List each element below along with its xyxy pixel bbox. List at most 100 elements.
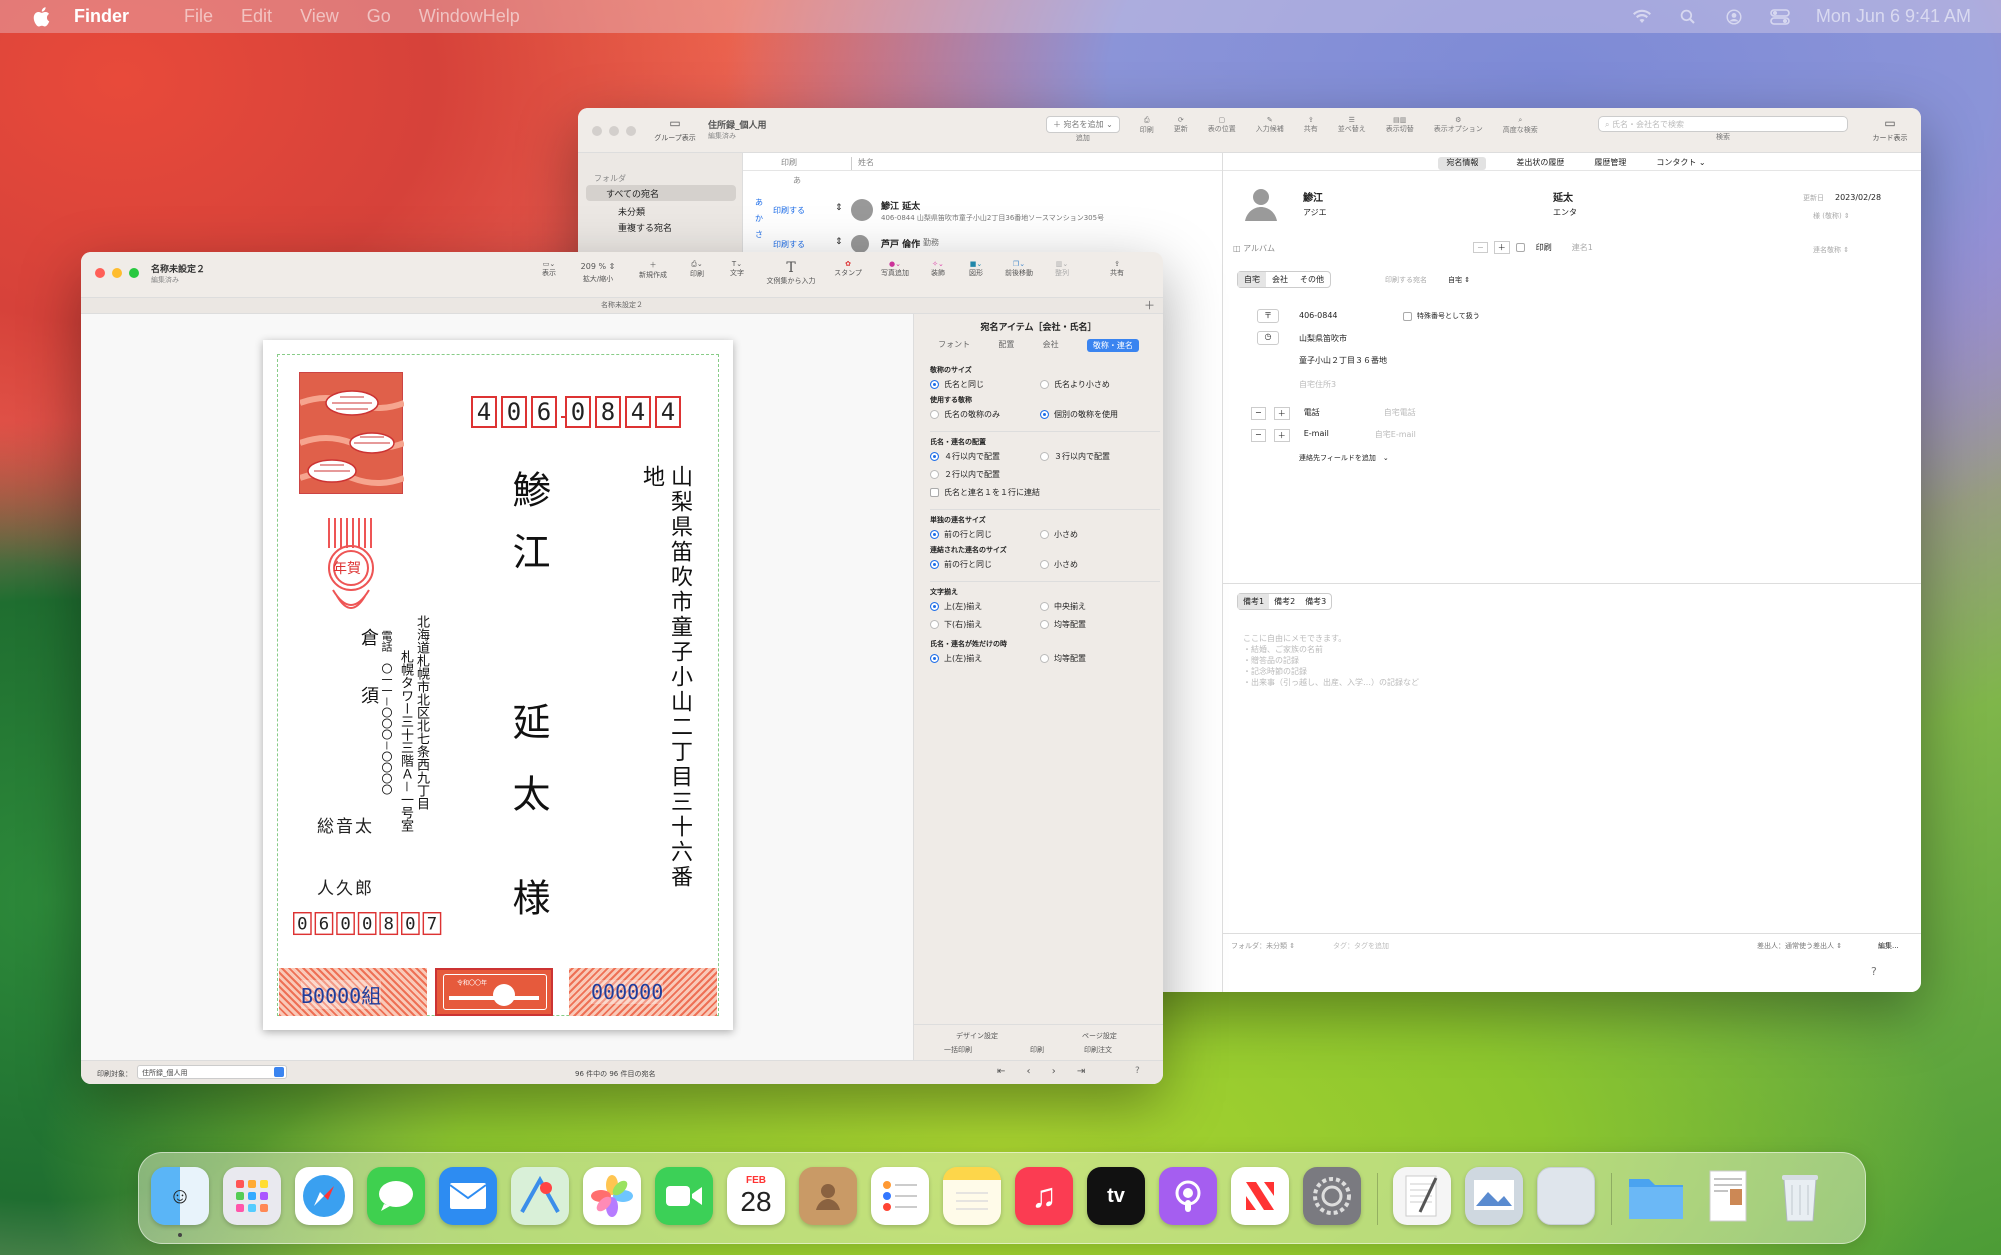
launchpad-icon[interactable] (223, 1167, 281, 1225)
phone-field[interactable]: 自宅電話 (1384, 407, 1416, 420)
display-button[interactable]: ▭⌄ 表示 (537, 260, 561, 286)
contacts-icon[interactable] (799, 1167, 857, 1225)
tab-contact[interactable]: コンタクト ⌄ (1656, 157, 1705, 170)
layout-3-lines[interactable]: ３行以内で配置 (1040, 448, 1110, 466)
tab-other[interactable]: その他 (1294, 272, 1330, 287)
messages-icon[interactable] (367, 1167, 425, 1225)
menu-file[interactable]: File (184, 6, 213, 27)
folder-icon[interactable] (1627, 1167, 1685, 1225)
city-field[interactable]: 山梨県笛吹市 (1299, 333, 1347, 344)
textedit-icon[interactable] (1393, 1167, 1451, 1225)
batch-print-button[interactable]: 一括印刷 (944, 1045, 972, 1055)
honorific-select[interactable]: 様 (敬称) ⇕ (1813, 211, 1850, 221)
recipient-first-name[interactable]: 延太 (501, 702, 556, 846)
sender-zip[interactable]: 0600807 (293, 912, 444, 936)
add-phone-button[interactable]: ＋ (1273, 407, 1290, 420)
print-panel-button[interactable]: 印刷 (1030, 1045, 1044, 1055)
sidebar-item-all[interactable]: すべての宛名 (586, 185, 736, 201)
zip-field[interactable]: 406-0844 (1299, 311, 1338, 320)
help-icon[interactable]: ? (1135, 1066, 1140, 1076)
email-field[interactable]: 自宅E-mail (1375, 429, 1416, 442)
align-button[interactable]: ▥⌄ 整列 (1049, 260, 1075, 286)
record-navigation[interactable]: ⇤ ‹ › ⇥ (997, 1066, 1085, 1077)
index-bar[interactable]: あかさ (755, 195, 763, 243)
sender-tel[interactable]: 電話 〇一一－〇〇〇－〇〇〇〇 (379, 630, 393, 795)
joined-name-same[interactable]: 前の行と同じ (930, 556, 1040, 574)
apple-tv-icon[interactable]: tv (1087, 1167, 1145, 1225)
design-settings-button[interactable]: デザイン設定 (956, 1031, 998, 1041)
tab-address-info[interactable]: 宛名情報 (1438, 157, 1487, 170)
sidebar-item-duplicates[interactable]: 重複する宛名 (618, 221, 672, 234)
tab-memo2[interactable]: 備考2 (1269, 594, 1300, 609)
first-name-kana-field[interactable]: エンタ (1553, 207, 1577, 218)
last-name-field[interactable]: 鯵江 (1303, 189, 1323, 204)
menu-edit[interactable]: Edit (241, 6, 272, 27)
text-insert-button[interactable]: T 文例集から入力 (763, 260, 819, 286)
tab-honorific[interactable]: 敬称・連名 (1086, 339, 1139, 352)
notes-icon[interactable] (943, 1167, 1001, 1225)
close-button[interactable] (95, 268, 105, 278)
view-options-button[interactable]: ⚙ 表示オプション (1434, 116, 1483, 143)
add-contact-field-button[interactable]: 連絡先フィールドを追加 ⌄ (1299, 453, 1389, 463)
add-email-button[interactable]: ＋ (1273, 429, 1290, 442)
wifi-icon[interactable] (1632, 9, 1652, 25)
tab-history-manage[interactable]: 履歴管理 (1594, 157, 1626, 170)
document-tab[interactable]: 名称未設定２ ＋ (81, 298, 1163, 314)
podcasts-icon[interactable] (1159, 1167, 1217, 1225)
remove-phone-button[interactable]: − (1251, 407, 1266, 420)
share-button[interactable]: ⇪ 共有 (1107, 260, 1127, 286)
new-button[interactable]: ＋新規作成 (635, 260, 671, 286)
footer-sender[interactable]: 差出人：通常使う差出人 ⇕ (1757, 941, 1842, 951)
tab-layout[interactable]: 配置 (998, 339, 1014, 352)
tab-memo1[interactable]: 備考1 (1238, 594, 1270, 609)
apple-icon[interactable] (30, 6, 52, 28)
first-name-field[interactable]: 延太 (1553, 189, 1573, 204)
tab-company[interactable]: 会社 (1266, 272, 1294, 287)
menu-window-help[interactable]: WindowHelp (419, 6, 520, 27)
column-name[interactable]: 姓名 (851, 157, 874, 170)
minimize-button[interactable] (112, 268, 122, 278)
print-target-select[interactable]: 住所録_個人用 (137, 1065, 287, 1079)
maps-icon[interactable] (511, 1167, 569, 1225)
card-view-button[interactable]: ▭ カード表示 (1868, 116, 1912, 143)
honorific-size-same[interactable]: 氏名と同じ (930, 376, 1040, 394)
tab-history[interactable]: 差出状の履歴 (1516, 157, 1564, 170)
column-print[interactable]: 印刷 (781, 157, 851, 170)
sender-address[interactable]: 北海道札幌市北区北七条西九丁目 (413, 615, 429, 810)
tab-home[interactable]: 自宅 (1238, 272, 1266, 287)
sender-company[interactable]: 倉須 (355, 628, 381, 744)
list-item[interactable]: 印刷する ⇕ 鯵江 延太 406-0844 山梨県笛吹市童子小山2丁目36番地ソ… (773, 197, 1213, 227)
footer-folder[interactable]: フォルダ：未分類 ⇕ (1231, 941, 1295, 951)
view-toggle-button[interactable]: ▤▥ 表示切替 (1386, 116, 1414, 143)
share-button[interactable]: ⇪ 共有 (1304, 116, 1318, 143)
decoration-button[interactable]: ✧⌄ 装飾 (925, 260, 951, 286)
sender-building[interactable]: 札幌タワー三十三階Ａ－一号室 (397, 650, 413, 832)
align-top[interactable]: 上(左)揃え (930, 598, 1040, 616)
user-account-icon[interactable] (1724, 8, 1744, 25)
address3-field[interactable]: 自宅住所3 (1299, 379, 1336, 390)
music-icon[interactable]: ♫ (1015, 1167, 1073, 1225)
stamp-button[interactable]: ✿ スタンプ (831, 260, 865, 286)
street-field[interactable]: 童子小山２丁目３６番地 (1299, 355, 1387, 366)
trash-icon[interactable] (1771, 1167, 1829, 1225)
stamp-image[interactable] (298, 372, 406, 494)
footer-edit-button[interactable]: 編集... (1878, 941, 1899, 951)
blank-app-icon[interactable] (1537, 1167, 1595, 1225)
suggest-button[interactable]: ✎ 入力候補 (1256, 116, 1284, 143)
mail-icon[interactable] (439, 1167, 497, 1225)
position-button[interactable]: ▢ 表の位置 (1208, 116, 1236, 143)
page-settings-button[interactable]: ページ設定 (1082, 1031, 1117, 1041)
shape-button[interactable]: ■⌄ 図形 (963, 260, 989, 286)
add-address-button[interactable]: ＋ 宛名を追加 ⌄ 追加 (1046, 116, 1120, 143)
calendar-icon[interactable]: FEB 28 (727, 1167, 785, 1225)
print-button[interactable]: ⎙⌄ 印刷 (683, 260, 711, 286)
photos-icon[interactable] (583, 1167, 641, 1225)
facetime-icon[interactable] (655, 1167, 713, 1225)
close-button[interactable] (592, 126, 602, 136)
single-name-same[interactable]: 前の行と同じ (930, 526, 1040, 544)
zoom-control[interactable]: 209 % ⇕ 拡大/縮小 (573, 260, 623, 286)
memo-text[interactable]: ここに自由にメモできます。 ・結婚、ご家族の名前 ・贈答品の記録 ・記念時節の記録 ・出… (1243, 633, 1419, 688)
finder-icon[interactable]: ☺ (151, 1167, 209, 1225)
tab-memo3[interactable]: 備考3 (1300, 594, 1331, 609)
search-input[interactable]: ⌕ 氏名・会社名で検索 (1598, 116, 1848, 132)
